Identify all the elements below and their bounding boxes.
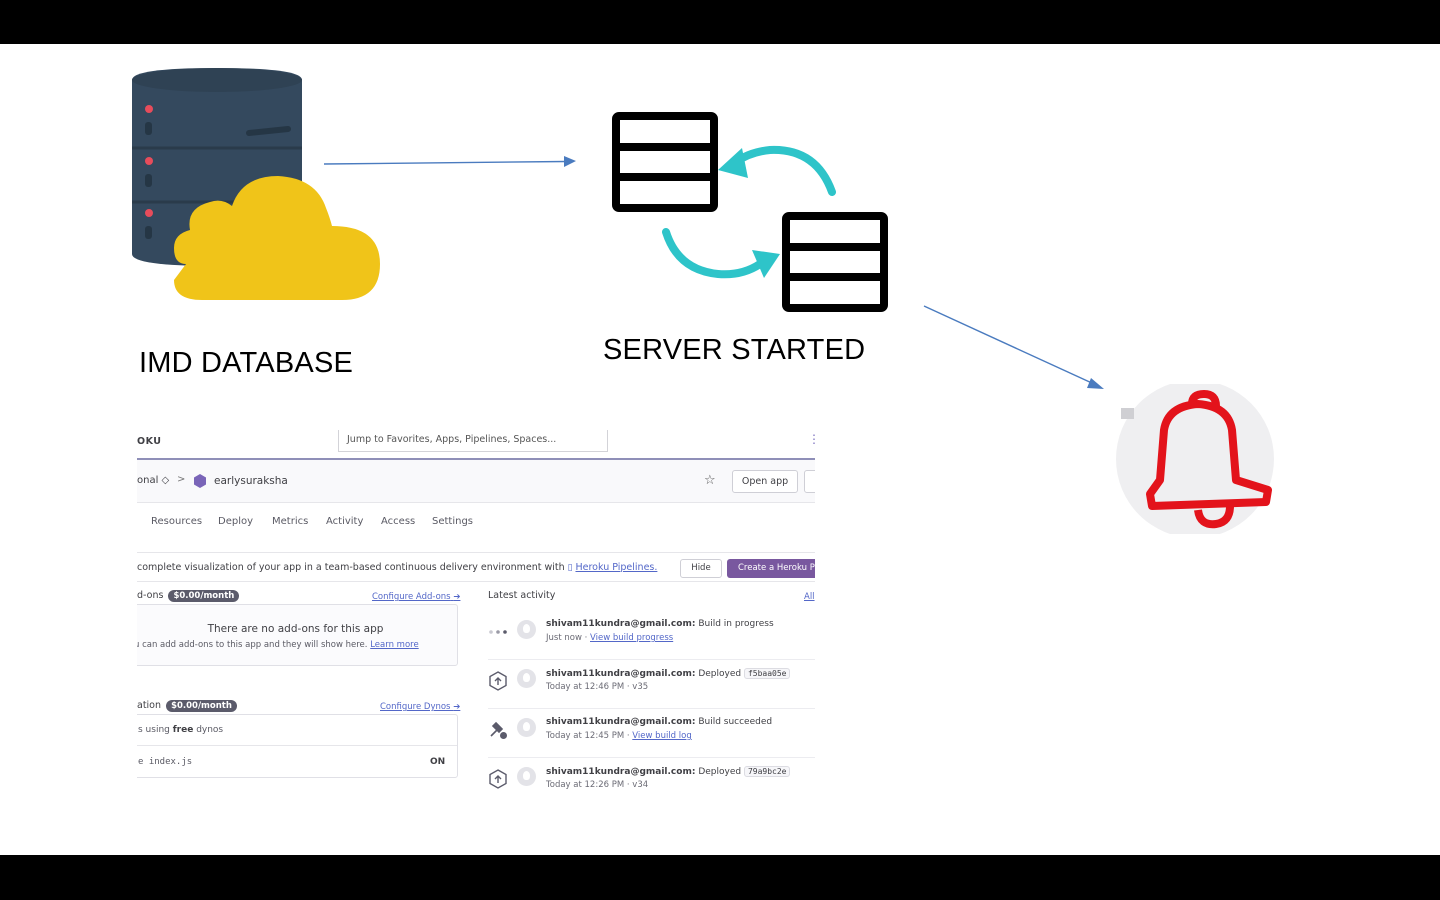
heroku-dashboard: OKU Jump to Favorites, Apps, Pipelines, … [137,430,815,810]
activity-action: Build in progress [698,619,774,629]
view-build-log-link[interactable]: View build log [632,731,691,741]
dynos-price-badge: $0.00/month [166,700,237,712]
activity-user: shivam11kundra@gmail.com: [546,619,696,629]
sync-arrow-icon [662,228,780,279]
dyno-process-cmd: index.js [148,757,193,767]
configure-addons-link[interactable]: Configure Add-ons [372,592,451,602]
activity-action: Build succeeded [698,717,773,727]
app-header: onal ◇ > earlysuraksha ☆ Open app [137,460,815,503]
activity-user: shivam11kundra@gmail.com: [546,767,696,777]
addons-dynos-column: d-ons $0.00/month Configure Add-ons ➔ Th… [137,590,461,810]
server-label: SERVER STARTED [603,334,866,366]
hide-button[interactable]: Hide [680,559,722,578]
activity-all-link[interactable]: All [804,592,815,602]
activity-user: shivam11kundra@gmail.com: [546,717,696,727]
activity-user: shivam11kundra@gmail.com: [546,669,696,679]
server-icon [612,112,718,212]
tab-activity[interactable]: Activity [326,516,363,527]
activity-time: Today at 12:26 PM · v34 [546,780,649,790]
addons-empty-title: There are no add-ons for this app [207,623,384,635]
tab-metrics[interactable]: Metrics [272,516,308,527]
view-build-progress-link[interactable]: View build progress [590,633,673,643]
addons-empty-sub: u can add add-ons to this app and they w… [137,640,368,650]
bell-icon [1116,384,1274,534]
more-button[interactable] [804,470,815,493]
activity-action: Deployed [698,767,742,777]
banner-text: complete visualization of your app in a … [137,562,565,573]
database-icon [132,68,380,300]
deploy-icon [489,769,507,789]
heroku-pipelines-link[interactable]: Heroku Pipelines. [575,562,657,573]
open-app-button[interactable]: Open app [732,470,798,493]
dyno-process-prefix: e [138,757,144,767]
menu-dots-icon[interactable]: ⋮ [808,432,815,446]
commit-sha[interactable]: f5baa05e [743,668,791,679]
activity-column: Latest activity All shivam11kundra@gmail… [488,590,815,810]
activity-item[interactable]: shivam11kundra@gmail.com: Deployed f5baa… [488,661,815,709]
team-selector[interactable]: onal ◇ [137,475,169,486]
arrow-circle-icon: ➔ [453,702,461,712]
create-pipeline-button[interactable]: Create a Heroku Pi [727,559,815,578]
tab-settings[interactable]: Settings [432,516,473,527]
arrow-circle-icon: ➔ [453,592,461,602]
activity-action: Deployed [698,669,742,679]
activity-time: Just now · [546,633,588,643]
dynos-title: ation [137,700,162,711]
activity-item[interactable]: shivam11kundra@gmail.com: Build in progr… [488,612,815,660]
slide-canvas: IMD DATABASE SERVER STARTED OKU Jump to … [0,44,1440,855]
heroku-top-bar: OKU Jump to Favorites, Apps, Pipelines, … [137,430,815,460]
breadcrumb-separator: > [177,474,186,485]
activity-item[interactable]: shivam11kundra@gmail.com: Build succeede… [488,710,815,758]
flow-arrow-server-to-bell [923,305,1104,389]
commit-sha[interactable]: 79a9bc2e [743,766,791,777]
avatar [517,718,536,737]
dyno-usage-free: free [172,725,194,735]
dynos-box: s using free dynos e index.js ON [137,714,458,778]
sync-arrow-icon [718,145,836,196]
app-tabs: Resources Deploy Metrics Activity Access… [137,503,815,543]
activity-item[interactable]: shivam11kundra@gmail.com: Deployed 79a9b… [488,759,815,807]
database-label: IMD DATABASE [139,347,354,379]
addons-empty-box: There are no add-ons for this app u can … [137,604,458,666]
dyno-usage-suffix: dynos [196,725,224,735]
star-icon[interactable]: ☆ [704,473,716,488]
deploy-icon [489,671,507,691]
activity-title: Latest activity [488,590,556,601]
activity-time: Today at 12:45 PM · [546,731,630,741]
dyno-state[interactable]: ON [430,757,445,767]
tab-access[interactable]: Access [381,516,415,527]
tab-resources[interactable]: Resources [151,516,202,527]
tab-deploy[interactable]: Deploy [218,516,253,527]
heroku-logo[interactable]: OKU [137,436,162,447]
addons-price-badge: $0.00/month [168,590,240,602]
server-icon [782,212,888,312]
avatar [517,767,536,786]
addons-title: d-ons [137,590,164,601]
activity-time: Today at 12:46 PM · v35 [546,682,649,692]
search-input[interactable]: Jump to Favorites, Apps, Pipelines, Spac… [338,430,608,452]
app-hexagon-icon [194,474,206,488]
flow-arrow-db-to-server [323,156,576,167]
avatar [517,620,536,639]
configure-dynos-link[interactable]: Configure Dynos [380,702,451,712]
avatar [517,669,536,688]
learn-more-link[interactable]: Learn more [370,640,418,650]
app-name[interactable]: earlysuraksha [214,475,288,487]
build-icon [490,721,507,739]
dyno-usage-prefix: s using [138,725,170,735]
dots-icon [489,630,507,634]
pipelines-banner: complete visualization of your app in a … [137,552,815,582]
